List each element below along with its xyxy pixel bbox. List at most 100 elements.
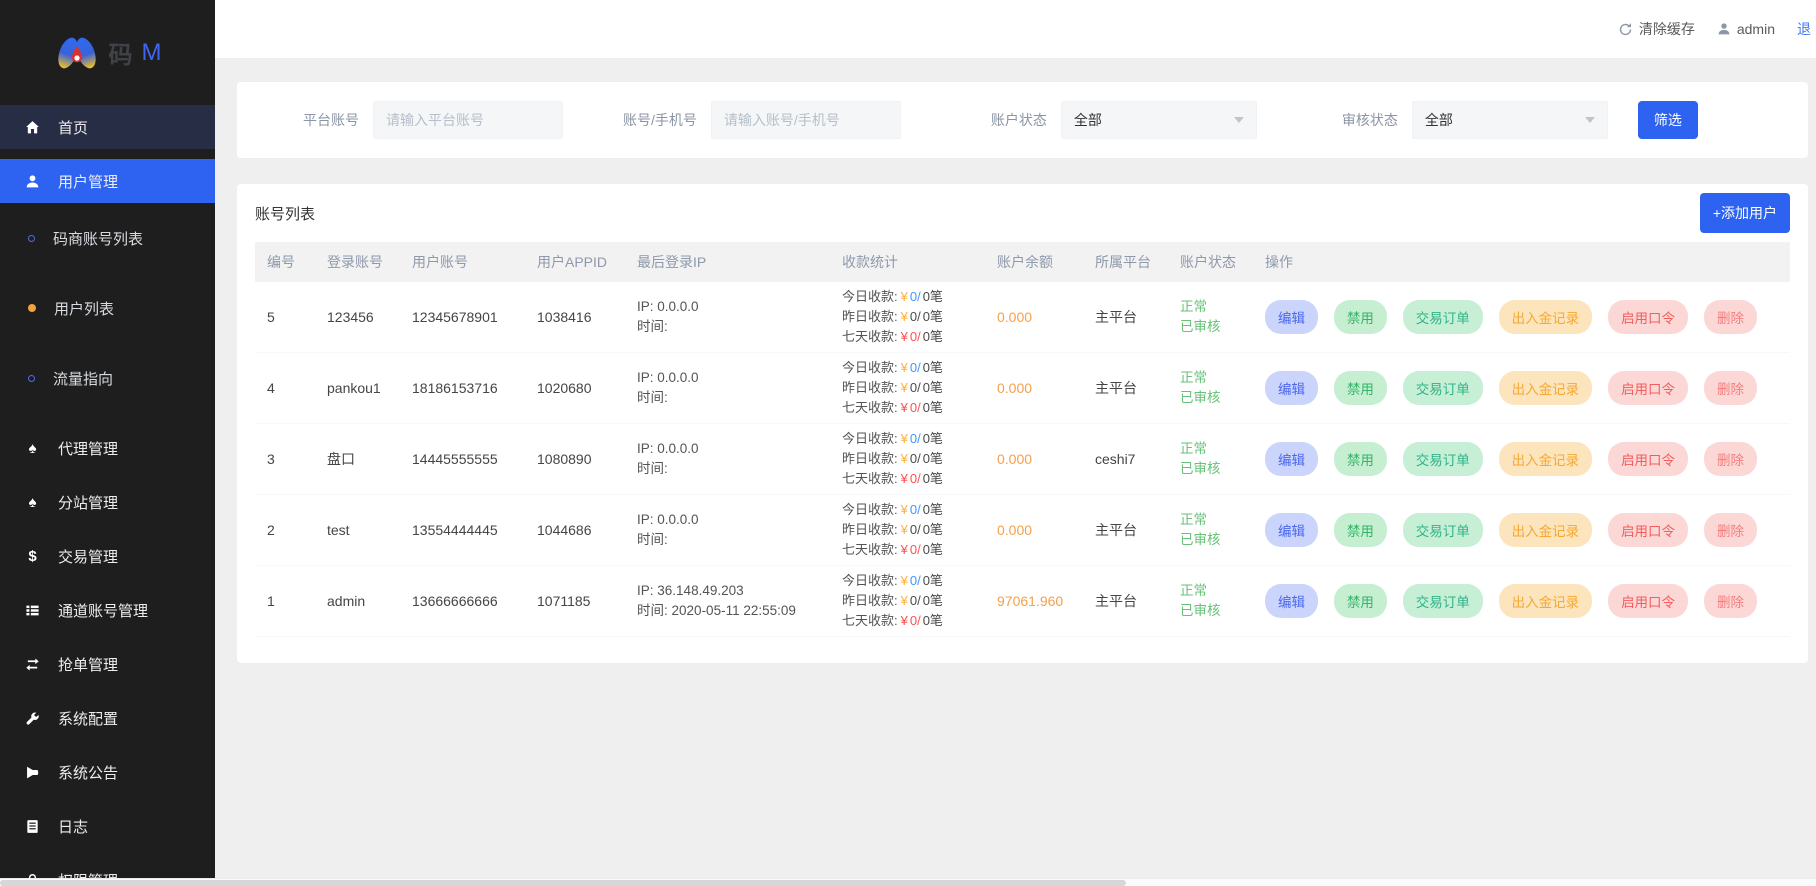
sidebar-item-traffic-direction[interactable]: 流量指向 [0, 356, 215, 400]
sidebar-item-channel-account-management[interactable]: 通道账号管理 [0, 588, 215, 632]
delete-button[interactable]: 删除 [1704, 371, 1757, 405]
disable-button[interactable]: 禁用 [1334, 584, 1387, 618]
status-normal: 正常 [1180, 581, 1253, 601]
cell-platform: 主平台 [1083, 520, 1168, 540]
main-area: 清除缓存 admin 退 平台账号 账号/手机号 [215, 0, 1816, 878]
sidebar-item-label: 权限管理 [58, 870, 118, 879]
cell-status: 正常 已审核 [1168, 510, 1253, 551]
fund-records-button[interactable]: 出入金记录 [1499, 300, 1593, 334]
trade-orders-button[interactable]: 交易订单 [1403, 300, 1483, 334]
cell-balance: 0.000 [985, 451, 1083, 467]
logout-link[interactable]: 退 [1797, 19, 1811, 39]
platform-account-label: 平台账号 [303, 110, 359, 130]
edit-button[interactable]: 编辑 [1265, 513, 1318, 547]
ip-label: IP: [637, 441, 654, 456]
enable-token-button[interactable]: 启用口令 [1608, 371, 1688, 405]
status-normal: 正常 [1180, 510, 1253, 530]
ip-label: IP: [637, 299, 654, 314]
sidebar-item-agent-management[interactable]: ♠ 代理管理 [0, 426, 215, 470]
disable-button[interactable]: 禁用 [1334, 442, 1387, 476]
audit-status-select[interactable]: 全部 [1412, 101, 1608, 139]
cell-platform: 主平台 [1083, 307, 1168, 327]
status-normal: 正常 [1180, 297, 1253, 317]
time-label: 时间: [637, 390, 668, 405]
ip-value: 0.0.0.0 [657, 441, 698, 456]
cell-income-stats: 今日收款:¥0/0笔 昨日收款:¥0/0笔 七天收款:¥0/0笔 [830, 500, 985, 560]
disable-button[interactable]: 禁用 [1334, 300, 1387, 334]
sidebar-item-label: 抢单管理 [58, 654, 118, 675]
cell-id: 5 [255, 309, 315, 325]
status-audited: 已审核 [1180, 601, 1253, 621]
enable-token-button[interactable]: 启用口令 [1608, 442, 1688, 476]
sidebar-item-order-grab-management[interactable]: 抢单管理 [0, 642, 215, 686]
scrollbar-thumb[interactable] [0, 880, 1126, 886]
delete-button[interactable]: 删除 [1704, 442, 1757, 476]
cell-actions: 编辑 禁用 交易订单 出入金记录 启用口令 删除 [1253, 513, 1790, 547]
delete-button[interactable]: 删除 [1704, 584, 1757, 618]
cell-id: 1 [255, 593, 315, 609]
clear-cache-button[interactable]: 清除缓存 [1618, 19, 1695, 39]
filter-submit-button[interactable]: 筛选 [1638, 101, 1698, 139]
delete-button[interactable]: 删除 [1704, 513, 1757, 547]
sidebar-item-system-config[interactable]: 系统配置 [0, 696, 215, 740]
cell-last-login: IP: 0.0.0.0 时间: [625, 297, 830, 338]
time-label: 时间: [637, 532, 668, 547]
sidebar-item-user-list[interactable]: 用户列表 [0, 286, 215, 330]
sidebar-item-user-management[interactable]: 用户管理 [0, 159, 215, 203]
disable-button[interactable]: 禁用 [1334, 513, 1387, 547]
edit-button[interactable]: 编辑 [1265, 300, 1318, 334]
cell-last-login: IP: 0.0.0.0 时间: [625, 368, 830, 409]
exchange-icon [24, 657, 41, 672]
cell-income-stats: 今日收款:¥0/0笔 昨日收款:¥0/0笔 七天收款:¥0/0笔 [830, 358, 985, 418]
stat-yesterday: 昨日收款:¥0/0笔 [842, 591, 985, 611]
user-menu[interactable]: admin [1717, 21, 1775, 37]
trade-orders-button[interactable]: 交易订单 [1403, 513, 1483, 547]
ip-value: 0.0.0.0 [657, 299, 698, 314]
cell-platform: 主平台 [1083, 591, 1168, 611]
trade-orders-button[interactable]: 交易订单 [1403, 442, 1483, 476]
status-audited: 已审核 [1180, 530, 1253, 550]
platform-account-input[interactable] [373, 101, 563, 139]
enable-token-button[interactable]: 启用口令 [1608, 513, 1688, 547]
filter-account-phone: 账号/手机号 [623, 101, 901, 139]
sidebar-item-label: 首页 [58, 117, 88, 138]
sidebar-item-system-announcement[interactable]: 系统公告 [0, 750, 215, 794]
tree-icon: ♠ [24, 440, 41, 457]
stat-seven-days: 七天收款:¥0/0笔 [842, 398, 985, 418]
disable-button[interactable]: 禁用 [1334, 371, 1387, 405]
trade-orders-button[interactable]: 交易订单 [1403, 584, 1483, 618]
add-user-button[interactable]: +添加用户 [1700, 193, 1790, 233]
time-label: 时间: [637, 603, 668, 618]
edit-button[interactable]: 编辑 [1265, 584, 1318, 618]
col-login: 登录账号 [315, 252, 400, 272]
enable-token-button[interactable]: 启用口令 [1608, 584, 1688, 618]
cell-last-login: IP: 0.0.0.0 时间: [625, 439, 830, 480]
table-row: 5 123456 12345678901 1038416 IP: 0.0.0.0… [255, 282, 1790, 353]
list-icon [24, 603, 41, 618]
edit-button[interactable]: 编辑 [1265, 442, 1318, 476]
account-phone-input[interactable] [711, 101, 901, 139]
sidebar-nav: 首页 用户管理 码商账号列表 用户列表 流量指向 ♠ [0, 105, 215, 878]
trade-orders-button[interactable]: 交易订单 [1403, 371, 1483, 405]
fund-records-button[interactable]: 出入金记录 [1499, 513, 1593, 547]
logo-cn-text: 码 [109, 35, 133, 70]
fund-records-button[interactable]: 出入金记录 [1499, 371, 1593, 405]
sidebar-item-logs[interactable]: 日志 [0, 804, 215, 848]
cell-actions: 编辑 禁用 交易订单 出入金记录 启用口令 删除 [1253, 442, 1790, 476]
cell-status: 正常 已审核 [1168, 368, 1253, 409]
sidebar-item-merchant-account-list[interactable]: 码商账号列表 [0, 216, 215, 260]
cell-actions: 编辑 禁用 交易订单 出入金记录 启用口令 删除 [1253, 584, 1790, 618]
audit-status-value: 全部 [1425, 110, 1453, 130]
sidebar-item-substation-management[interactable]: ♠ 分站管理 [0, 480, 215, 524]
fund-records-button[interactable]: 出入金记录 [1499, 442, 1593, 476]
account-status-select[interactable]: 全部 [1061, 101, 1257, 139]
sidebar-item-transaction-management[interactable]: $ 交易管理 [0, 534, 215, 578]
fund-records-button[interactable]: 出入金记录 [1499, 584, 1593, 618]
cell-id: 4 [255, 380, 315, 396]
sidebar-item-permission-management[interactable]: 权限管理 [0, 858, 215, 878]
cell-actions: 编辑 禁用 交易订单 出入金记录 启用口令 删除 [1253, 300, 1790, 334]
sidebar-item-home[interactable]: 首页 [0, 105, 215, 149]
edit-button[interactable]: 编辑 [1265, 371, 1318, 405]
delete-button[interactable]: 删除 [1704, 300, 1757, 334]
enable-token-button[interactable]: 启用口令 [1608, 300, 1688, 334]
